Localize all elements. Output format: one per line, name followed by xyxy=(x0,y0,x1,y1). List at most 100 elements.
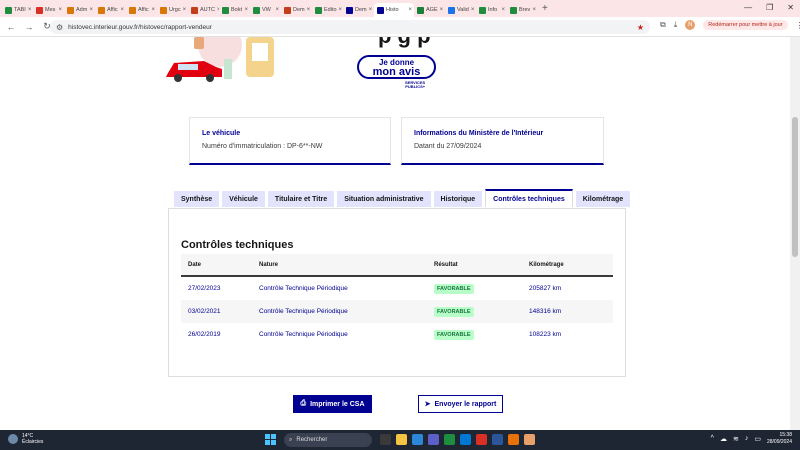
browser-tab[interactable]: Histo × xyxy=(374,3,414,17)
restart-to-update-button[interactable]: Redémarrer pour mettre à jour xyxy=(703,20,788,30)
browser-tab[interactable]: Edito × xyxy=(312,3,343,17)
tab-close-icon[interactable]: × xyxy=(369,7,373,13)
maximize-icon[interactable]: ❐ xyxy=(766,3,773,12)
windows-start-icon[interactable] xyxy=(265,434,276,445)
task-view-icon[interactable] xyxy=(380,434,391,445)
browser-tab[interactable]: AGE × xyxy=(414,3,445,17)
browser-tab-label: Brev xyxy=(519,7,531,13)
col-date: Date xyxy=(188,261,202,268)
back-icon[interactable]: ← xyxy=(4,22,18,32)
browser-tab-label: VW xyxy=(262,7,271,13)
outlook-icon[interactable] xyxy=(460,434,471,445)
scrollbar-thumb[interactable] xyxy=(792,117,798,257)
taskbar-search[interactable]: ⌕ Rechercher xyxy=(284,433,372,447)
orange-icon xyxy=(160,6,167,14)
tab-kilometrage[interactable]: Kilométrage xyxy=(575,191,631,207)
close-window-icon[interactable]: ✕ xyxy=(787,3,794,12)
browser-tab[interactable]: Brev × xyxy=(507,3,538,17)
weather-widget[interactable]: 14°C Éclaircies xyxy=(8,433,43,445)
browser-tab-label: Edito xyxy=(324,7,337,13)
tab-close-icon[interactable]: × xyxy=(183,7,187,13)
orange-icon xyxy=(98,6,105,14)
tab-situation-administrative[interactable]: Situation administrative xyxy=(337,191,431,207)
browser-tab[interactable]: Mes × xyxy=(33,3,64,17)
tab-close-icon[interactable]: × xyxy=(120,7,124,13)
url-text: histovec.interieur.gouv.fr/histovec/rapp… xyxy=(68,23,212,31)
browser-tab[interactable]: Info × xyxy=(476,3,507,17)
tab-close-icon[interactable]: × xyxy=(58,7,62,13)
extensions-icon[interactable]: ⧉ xyxy=(660,20,666,30)
teams-icon[interactable] xyxy=(428,434,439,445)
drive-icon xyxy=(417,6,424,14)
volume-icon[interactable]: ♪ xyxy=(745,435,749,442)
tab-vehicule[interactable]: Véhicule xyxy=(222,191,265,207)
browser-tab-label: Mes xyxy=(45,7,56,13)
ppt-icon xyxy=(191,6,198,14)
forward-icon[interactable]: → xyxy=(22,22,36,32)
tab-close-icon[interactable]: × xyxy=(244,7,248,13)
browser-tab[interactable]: VW × xyxy=(250,3,281,17)
system-clock[interactable]: 15:38 28/09/2024 xyxy=(767,432,792,445)
battery-icon[interactable]: ▭ xyxy=(754,435,761,443)
profile-avatar[interactable]: N xyxy=(685,20,696,30)
word-icon[interactable] xyxy=(492,434,503,445)
tab-historique[interactable]: Historique xyxy=(433,191,483,207)
chrome-icon[interactable] xyxy=(444,434,455,445)
tab-close-icon[interactable]: × xyxy=(339,7,343,13)
site-info-icon[interactable]: ⚙ xyxy=(56,23,63,32)
tab-titulaire[interactable]: Titulaire et Titre xyxy=(267,191,335,207)
browser-tab[interactable]: Urgc × xyxy=(157,3,188,17)
browser-tab[interactable]: TABI × xyxy=(2,3,33,17)
france-flag-icon xyxy=(377,6,384,14)
row-date: 26/02/2019 xyxy=(188,331,221,338)
avis-line2: mon avis xyxy=(372,66,421,78)
send-report-button[interactable]: ➤ Envoyer le rapport xyxy=(418,395,503,413)
tab-close-icon[interactable]: × xyxy=(471,7,475,13)
cloud-icon[interactable]: ☁ xyxy=(720,435,727,443)
acrobat-icon[interactable] xyxy=(476,434,487,445)
bookmark-star-icon[interactable]: ★ xyxy=(637,23,644,32)
tab-controles-techniques[interactable]: Contrôles techniques xyxy=(485,189,573,207)
menu-icon[interactable]: ⋮ xyxy=(796,21,800,30)
tab-close-icon[interactable]: × xyxy=(532,7,536,13)
browser-tab[interactable]: Dem × xyxy=(343,3,374,17)
tab-close-icon[interactable]: × xyxy=(408,7,412,13)
row-nature: Contrôle Technique Périodique xyxy=(259,308,348,315)
browser-tab[interactable]: Adm × xyxy=(64,3,95,17)
tab-close-icon[interactable]: × xyxy=(151,7,155,13)
tab-close-icon[interactable]: × xyxy=(89,7,93,13)
ministry-card: Informations du Ministère de l'Intérieur… xyxy=(401,117,604,165)
browser-tab[interactable]: Bokt × xyxy=(219,3,250,17)
clock-date: 28/09/2024 xyxy=(766,438,792,445)
chrome-profile-icon[interactable] xyxy=(508,434,519,445)
tab-close-icon[interactable]: × xyxy=(501,7,505,13)
download-icon[interactable]: ⤓ xyxy=(674,20,678,30)
wifi-icon[interactable]: ≋ xyxy=(733,435,739,443)
file-explorer-icon[interactable] xyxy=(396,434,407,445)
browser-tab[interactable]: Affic × xyxy=(126,3,157,17)
taskbar-search-placeholder: Rechercher xyxy=(296,437,328,443)
print-csa-button[interactable]: ⎙ Imprimer le CSA xyxy=(293,395,372,413)
new-tab-button[interactable]: + xyxy=(542,3,548,14)
minimize-icon[interactable]: — xyxy=(744,3,752,12)
page-scrollbar[interactable] xyxy=(790,37,800,430)
tab-synthese[interactable]: Synthèse xyxy=(174,191,220,207)
sheets-icon xyxy=(479,6,486,14)
edge-icon[interactable] xyxy=(412,434,423,445)
browser-tab-label: Info xyxy=(488,7,498,13)
tray-chevron-icon[interactable]: ^ xyxy=(711,435,714,442)
browser-tab[interactable]: Dem × xyxy=(281,3,312,17)
tab-close-icon[interactable]: × xyxy=(275,7,279,13)
chrome-alt-icon[interactable] xyxy=(524,434,535,445)
panel-title: Contrôles techniques xyxy=(181,239,294,251)
address-bar[interactable]: ⚙ histovec.interieur.gouv.fr/histovec/ra… xyxy=(50,20,650,34)
browser-tab[interactable]: AUTC × xyxy=(188,3,219,17)
tab-close-icon[interactable]: × xyxy=(28,7,32,13)
tab-close-icon[interactable]: × xyxy=(440,7,444,13)
tab-close-icon[interactable]: × xyxy=(307,7,311,13)
browser-tab[interactable]: Affic × xyxy=(95,3,126,17)
browser-tab[interactable]: Valid × xyxy=(445,3,476,17)
docs-icon xyxy=(448,6,455,14)
weather-desc: Éclaircies xyxy=(22,439,44,445)
je-donne-mon-avis-button[interactable]: Je donne mon avis xyxy=(357,55,436,79)
